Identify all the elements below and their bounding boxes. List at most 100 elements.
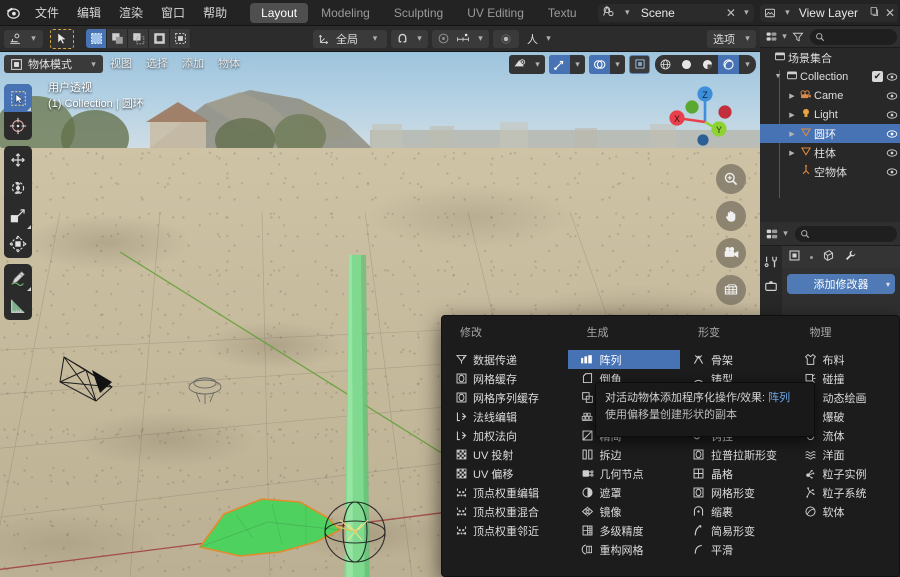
outliner-row-scene-collection[interactable]: 场景集合 bbox=[760, 48, 900, 67]
modifier-simple-deform[interactable]: 简易形变 bbox=[680, 521, 792, 540]
rendered-icon[interactable] bbox=[718, 54, 739, 74]
options-chevron-down-icon[interactable]: ▾ bbox=[740, 33, 755, 44]
scene-browse-chevron-down-icon[interactable]: ▾ bbox=[620, 7, 635, 18]
outliner-triangle[interactable]: ▶ bbox=[786, 149, 798, 157]
outliner-triangle[interactable]: ▶ bbox=[786, 130, 798, 138]
modifier-laplacian-deform[interactable]: 拉普拉斯形变 bbox=[680, 445, 792, 464]
eye-icon[interactable] bbox=[886, 167, 898, 177]
outliner-triangle[interactable]: ▶ bbox=[786, 92, 798, 100]
eye-icon[interactable] bbox=[886, 129, 898, 139]
tool-scale[interactable] bbox=[4, 202, 32, 230]
tool-rotate[interactable] bbox=[4, 174, 32, 202]
visibility-chevron-down-icon[interactable]: ▾ bbox=[530, 59, 545, 70]
select-mode-intersect[interactable] bbox=[149, 29, 170, 48]
xray-toggle[interactable] bbox=[629, 54, 650, 74]
transform-orientation-dropdown[interactable]: 全局 ▾ bbox=[313, 29, 387, 48]
collection-checkbox[interactable]: ✔ bbox=[872, 71, 883, 82]
tool-select-box[interactable] bbox=[4, 84, 32, 112]
transform-orientation-chevron-down-icon[interactable]: ▾ bbox=[364, 33, 386, 44]
modifier-cloth[interactable]: 布料 bbox=[791, 350, 899, 369]
add-modifier-button[interactable]: 添加修改器 ▾ bbox=[787, 274, 895, 294]
modifier-vertex-weight-edit[interactable]: 顶点权重编辑 bbox=[442, 483, 568, 502]
snap-dropdown[interactable]: ▾ bbox=[391, 29, 428, 48]
modifier-particle-system[interactable]: 粒子系统 bbox=[791, 483, 899, 502]
tool-cursor[interactable] bbox=[4, 112, 32, 140]
modifier-particle-instance[interactable]: 粒子实例 bbox=[791, 464, 899, 483]
tool-expand-corner[interactable] bbox=[27, 225, 31, 229]
modifier-vertex-weight-mix[interactable]: 顶点权重混合 bbox=[442, 502, 568, 521]
proportional-chevron-down-icon[interactable]: ▾ bbox=[473, 33, 488, 44]
xray-icon[interactable] bbox=[629, 54, 650, 74]
blender-logo-icon[interactable] bbox=[0, 0, 26, 26]
modifier-ocean[interactable]: 洋面 bbox=[791, 445, 899, 464]
proportional-size-icon[interactable] bbox=[453, 30, 473, 48]
outliner-row-cylinder[interactable]: ▶ 柱体 bbox=[760, 143, 900, 162]
scene-new-chevron-down-icon[interactable]: ▾ bbox=[739, 7, 754, 18]
viewport-menu-add[interactable]: 添加 bbox=[175, 55, 211, 73]
material-preview-icon[interactable] bbox=[697, 55, 718, 74]
modifier-lattice[interactable]: 晶格 bbox=[680, 464, 792, 483]
modifier-geometry-nodes[interactable]: 几何节点 bbox=[568, 464, 680, 483]
view-layer-selector[interactable]: ▾ View Layer ✕ bbox=[759, 3, 898, 22]
properties-editor-icon[interactable] bbox=[763, 225, 780, 243]
modifier-array[interactable]: 阵列 bbox=[568, 350, 680, 369]
select-mode-extend[interactable] bbox=[107, 29, 128, 48]
person-chevron-down-icon[interactable]: ▾ bbox=[541, 33, 556, 44]
modifier-mask[interactable]: 遮罩 bbox=[568, 483, 680, 502]
view-layer-chevron-down-icon[interactable]: ▾ bbox=[780, 7, 795, 18]
eye-icon[interactable] bbox=[886, 110, 898, 120]
tool-annotate[interactable] bbox=[4, 264, 32, 292]
outliner-row-camera[interactable]: ▶ Came bbox=[760, 86, 900, 105]
modifier-data-transfer[interactable]: 数据传递 bbox=[442, 350, 568, 369]
gizmo-toggle-group[interactable]: ▾ bbox=[549, 54, 585, 74]
tool-expand-corner[interactable] bbox=[27, 287, 31, 291]
view-layer-close-x-icon[interactable]: ✕ bbox=[882, 6, 898, 20]
add-modifier-chevron-down-icon[interactable]: ▾ bbox=[886, 280, 890, 289]
proportional-editing-group[interactable]: ▾ bbox=[432, 29, 489, 48]
overlays-chevron-down-icon[interactable]: ▾ bbox=[610, 59, 625, 70]
menu-file[interactable]: 文件 bbox=[26, 0, 68, 26]
outliner-triangle[interactable]: ▶ bbox=[786, 111, 798, 119]
viewport-menu-object[interactable]: 物体 bbox=[211, 55, 247, 73]
modifier-smooth[interactable]: 平滑 bbox=[680, 540, 792, 559]
active-tool-button[interactable] bbox=[50, 28, 74, 49]
outliner-search-input[interactable] bbox=[810, 28, 897, 45]
add-modifier-menu[interactable]: 修改 数据传递 网格缓存 网格序列缓存 法线编辑 加权法向 UV 投射 UV 偏… bbox=[441, 315, 900, 577]
viewport-menu-select[interactable]: 选择 bbox=[139, 55, 175, 73]
modifier-mirror[interactable]: 镜像 bbox=[568, 502, 680, 521]
eye-icon[interactable] bbox=[886, 72, 898, 82]
wrench-icon[interactable] bbox=[844, 249, 857, 265]
overlays-toggle-group[interactable]: ▾ bbox=[589, 54, 625, 74]
scene-selector[interactable]: ▾ Scene ✕ ▾ bbox=[597, 3, 754, 22]
properties-chevron-down-icon[interactable]: ▾ bbox=[780, 228, 791, 239]
select-mode-difference[interactable] bbox=[170, 29, 191, 48]
modifier-shrinkwrap[interactable]: 缩裹 bbox=[680, 502, 792, 521]
zoom-button[interactable] bbox=[716, 164, 746, 194]
tab-modeling[interactable]: Modeling bbox=[310, 3, 381, 23]
select-mode-set[interactable] bbox=[86, 29, 107, 48]
modifier-armature[interactable]: 骨架 bbox=[680, 350, 792, 369]
modifier-uv-warp[interactable]: UV 偏移 bbox=[442, 464, 568, 483]
outliner-display-icon[interactable] bbox=[763, 28, 779, 46]
menu-render[interactable]: 渲染 bbox=[110, 0, 152, 26]
overlays-icon[interactable] bbox=[589, 54, 610, 74]
modifier-mesh-deform[interactable]: 网格形变 bbox=[680, 483, 792, 502]
person-dropdown[interactable]: 人 ▾ bbox=[523, 30, 557, 48]
tab-layout[interactable]: Layout bbox=[250, 2, 309, 23]
tab-render[interactable] bbox=[760, 274, 782, 298]
modifier-soft-body[interactable]: 软体 bbox=[791, 502, 899, 521]
camera-button[interactable] bbox=[716, 238, 746, 268]
view-layer-copy-icon[interactable] bbox=[866, 6, 882, 20]
eye-icon[interactable] bbox=[886, 148, 898, 158]
outliner-row-torus[interactable]: ▶ 圆环 bbox=[760, 124, 900, 143]
object-mode-chevron-down-icon[interactable]: ▾ bbox=[86, 59, 101, 70]
pan-button[interactable] bbox=[716, 201, 746, 231]
options-dropdown[interactable]: 选项 ▾ bbox=[707, 29, 756, 48]
proportional-icon[interactable] bbox=[433, 30, 453, 48]
menu-help[interactable]: 帮助 bbox=[194, 0, 236, 26]
modifier-uv-project[interactable]: UV 投射 bbox=[442, 445, 568, 464]
eye-icon[interactable] bbox=[886, 91, 898, 101]
outliner-row-empty[interactable]: 空物体 bbox=[760, 162, 900, 181]
outliner-row-collection[interactable]: ▼ Collection ✔ bbox=[760, 67, 900, 86]
modifier-mesh-cache[interactable]: 网格缓存 bbox=[442, 369, 568, 388]
